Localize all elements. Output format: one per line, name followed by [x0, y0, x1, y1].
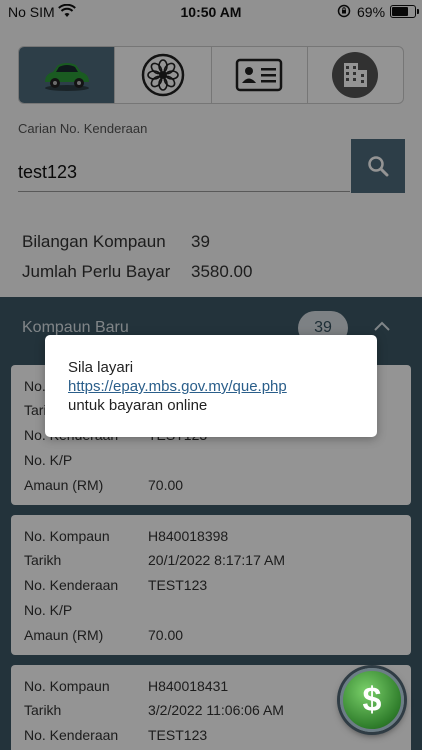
dialog-text-intro: Sila layari: [68, 359, 134, 376]
dollar-icon: $: [362, 680, 382, 719]
dialog-text-outro: untuk bayaran online: [68, 397, 208, 414]
payment-info-dialog: Sila layari https://epay.mbs.gov.my/que.…: [45, 335, 377, 437]
payment-link[interactable]: https://epay.mbs.gov.my/que.php: [68, 378, 287, 395]
pay-online-button[interactable]: $: [340, 668, 404, 732]
